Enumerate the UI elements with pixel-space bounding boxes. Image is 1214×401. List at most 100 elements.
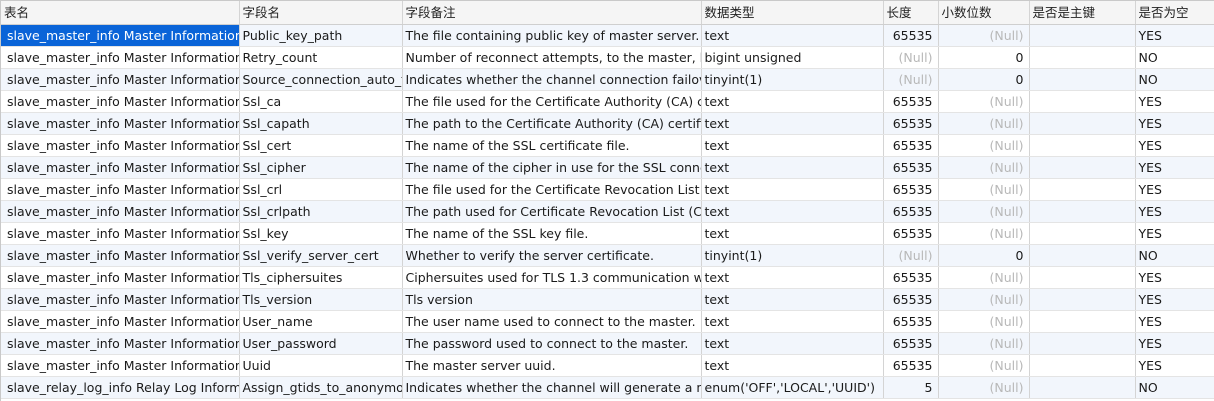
cell-decimals[interactable]: (Null) <box>938 90 1030 113</box>
cell-table-name[interactable]: slave_master_info Master Information <box>1 200 240 223</box>
cell-decimals[interactable]: (Null) <box>938 200 1030 223</box>
cell-data-type[interactable]: text <box>701 222 884 245</box>
table-row[interactable]: slave_master_info Master Information Ssl_… <box>1 244 1214 267</box>
cell-decimals[interactable]: (Null) <box>938 266 1030 289</box>
cell-data-type[interactable]: text <box>701 134 884 157</box>
cell-decimals[interactable]: 0 <box>938 46 1030 69</box>
cell-field-name[interactable]: Ssl_cipher <box>239 156 403 179</box>
cell-data-type[interactable]: enum('OFF','LOCAL','UUID') <box>701 376 884 399</box>
cell-field-name[interactable]: Retry_count <box>239 46 403 69</box>
cell-decimals[interactable]: (Null) <box>938 376 1030 399</box>
cell-field-comment[interactable]: Indicates whether the channel connection… <box>402 68 702 91</box>
cell-is-primary-key[interactable] <box>1029 310 1136 333</box>
cell-data-type[interactable]: text <box>701 332 884 355</box>
cell-data-type[interactable]: tinyint(1) <box>701 68 884 91</box>
cell-data-type[interactable]: text <box>701 90 884 113</box>
cell-field-name[interactable]: Uuid <box>239 354 403 377</box>
column-header-decimals[interactable]: 小数位数 <box>938 1 1030 25</box>
cell-field-name[interactable]: Source_connection_auto_failover <box>239 68 403 91</box>
cell-is-primary-key[interactable] <box>1029 200 1136 223</box>
cell-field-comment[interactable]: The path used for Certificate Revocation… <box>402 200 702 223</box>
cell-data-type[interactable]: bigint unsigned <box>701 46 884 69</box>
cell-table-name[interactable]: slave_master_info Master Information <box>1 156 240 179</box>
cell-decimals[interactable]: (Null) <box>938 134 1030 157</box>
cell-field-name[interactable]: Tls_version <box>239 288 403 311</box>
cell-decimals[interactable]: (Null) <box>938 354 1030 377</box>
cell-is-primary-key[interactable] <box>1029 244 1136 267</box>
cell-data-type[interactable]: text <box>701 24 884 47</box>
cell-is-nullable[interactable]: YES <box>1135 178 1214 201</box>
cell-length[interactable]: (Null) <box>883 68 939 91</box>
cell-length[interactable]: 65535 <box>883 24 939 47</box>
data-grid[interactable]: 表名 字段名 字段备注 数据类型 长度 小数位数 是否是主键 是否为空 slav… <box>0 0 1214 401</box>
column-header-length[interactable]: 长度 <box>883 1 939 25</box>
cell-table-name[interactable]: slave_master_info Master Information <box>1 112 240 135</box>
cell-length[interactable]: (Null) <box>883 46 939 69</box>
cell-is-nullable[interactable]: NO <box>1135 46 1214 69</box>
cell-is-primary-key[interactable] <box>1029 24 1136 47</box>
cell-length[interactable]: 65535 <box>883 90 939 113</box>
table-row[interactable]: slave_master_info Master Information Uuid… <box>1 354 1214 377</box>
cell-field-name[interactable]: User_name <box>239 310 403 333</box>
cell-length[interactable]: 65535 <box>883 156 939 179</box>
cell-data-type[interactable]: text <box>701 354 884 377</box>
cell-length[interactable]: 5 <box>883 376 939 399</box>
cell-is-nullable[interactable]: YES <box>1135 354 1214 377</box>
table-row[interactable]: slave_master_info Master Information Tls_… <box>1 288 1214 311</box>
cell-decimals[interactable]: (Null) <box>938 178 1030 201</box>
cell-field-comment[interactable]: Number of reconnect attempts, to the mas… <box>402 46 702 69</box>
cell-decimals[interactable]: (Null) <box>938 24 1030 47</box>
table-row[interactable]: slave_master_info Master Information Ssl_… <box>1 222 1214 245</box>
cell-data-type[interactable]: text <box>701 266 884 289</box>
cell-table-name[interactable]: slave_relay_log_info Relay Log Informati… <box>1 376 240 399</box>
cell-data-type[interactable]: text <box>701 156 884 179</box>
cell-table-name[interactable]: slave_master_info Master Information <box>1 332 240 355</box>
cell-is-primary-key[interactable] <box>1029 354 1136 377</box>
cell-table-name[interactable]: slave_master_info Master Information <box>1 90 240 113</box>
cell-is-nullable[interactable]: NO <box>1135 244 1214 267</box>
cell-is-primary-key[interactable] <box>1029 134 1136 157</box>
cell-table-name[interactable]: slave_master_info Master Information <box>1 134 240 157</box>
cell-field-comment[interactable]: The path to the Certificate Authority (C… <box>402 112 702 135</box>
cell-length[interactable]: 65535 <box>883 310 939 333</box>
cell-is-nullable[interactable]: YES <box>1135 222 1214 245</box>
cell-field-name[interactable]: Ssl_cert <box>239 134 403 157</box>
cell-table-name[interactable]: slave_master_info Master Information <box>1 244 240 267</box>
table-row[interactable]: slave_master_info Master Information Retr… <box>1 46 1214 69</box>
cell-field-comment[interactable]: Whether to verify the server certificate… <box>402 244 702 267</box>
table-row[interactable]: slave_relay_log_info Relay Log Informati… <box>1 376 1214 399</box>
cell-field-comment[interactable]: The master server uuid. <box>402 354 702 377</box>
cell-is-primary-key[interactable] <box>1029 288 1136 311</box>
cell-decimals[interactable]: (Null) <box>938 222 1030 245</box>
cell-table-name[interactable]: slave_master_info Master Information <box>1 266 240 289</box>
cell-field-comment[interactable]: The password used to connect to the mast… <box>402 332 702 355</box>
cell-field-comment[interactable]: The name of the cipher in use for the SS… <box>402 156 702 179</box>
cell-is-primary-key[interactable] <box>1029 68 1136 91</box>
cell-is-primary-key[interactable] <box>1029 332 1136 355</box>
column-header-field-comment[interactable]: 字段备注 <box>402 1 702 25</box>
cell-length[interactable]: 65535 <box>883 178 939 201</box>
cell-length[interactable]: 65535 <box>883 200 939 223</box>
cell-is-primary-key[interactable] <box>1029 156 1136 179</box>
table-row[interactable]: slave_master_info Master Information Sour… <box>1 68 1214 91</box>
cell-field-comment[interactable]: The name of the SSL certificate file. <box>402 134 702 157</box>
table-row[interactable]: slave_master_info Master Information Ssl_… <box>1 112 1214 135</box>
table-row[interactable]: slave_master_info Master Information User… <box>1 332 1214 355</box>
cell-is-primary-key[interactable] <box>1029 222 1136 245</box>
cell-is-primary-key[interactable] <box>1029 112 1136 135</box>
cell-data-type[interactable]: text <box>701 310 884 333</box>
cell-field-name[interactable]: Ssl_crlpath <box>239 200 403 223</box>
cell-field-comment[interactable]: The file used for the Certificate Author… <box>402 90 702 113</box>
cell-is-primary-key[interactable] <box>1029 178 1136 201</box>
cell-is-nullable[interactable]: YES <box>1135 134 1214 157</box>
cell-decimals[interactable]: (Null) <box>938 288 1030 311</box>
cell-field-comment[interactable]: The file containing public key of master… <box>402 24 702 47</box>
cell-data-type[interactable]: text <box>701 178 884 201</box>
table-row[interactable]: slave_master_info Master Information Publ… <box>1 24 1214 47</box>
cell-is-nullable[interactable]: YES <box>1135 156 1214 179</box>
cell-decimals[interactable]: (Null) <box>938 156 1030 179</box>
cell-field-name[interactable]: Ssl_key <box>239 222 403 245</box>
cell-field-name[interactable]: Ssl_crl <box>239 178 403 201</box>
cell-decimals[interactable]: (Null) <box>938 310 1030 333</box>
cell-length[interactable]: 65535 <box>883 332 939 355</box>
